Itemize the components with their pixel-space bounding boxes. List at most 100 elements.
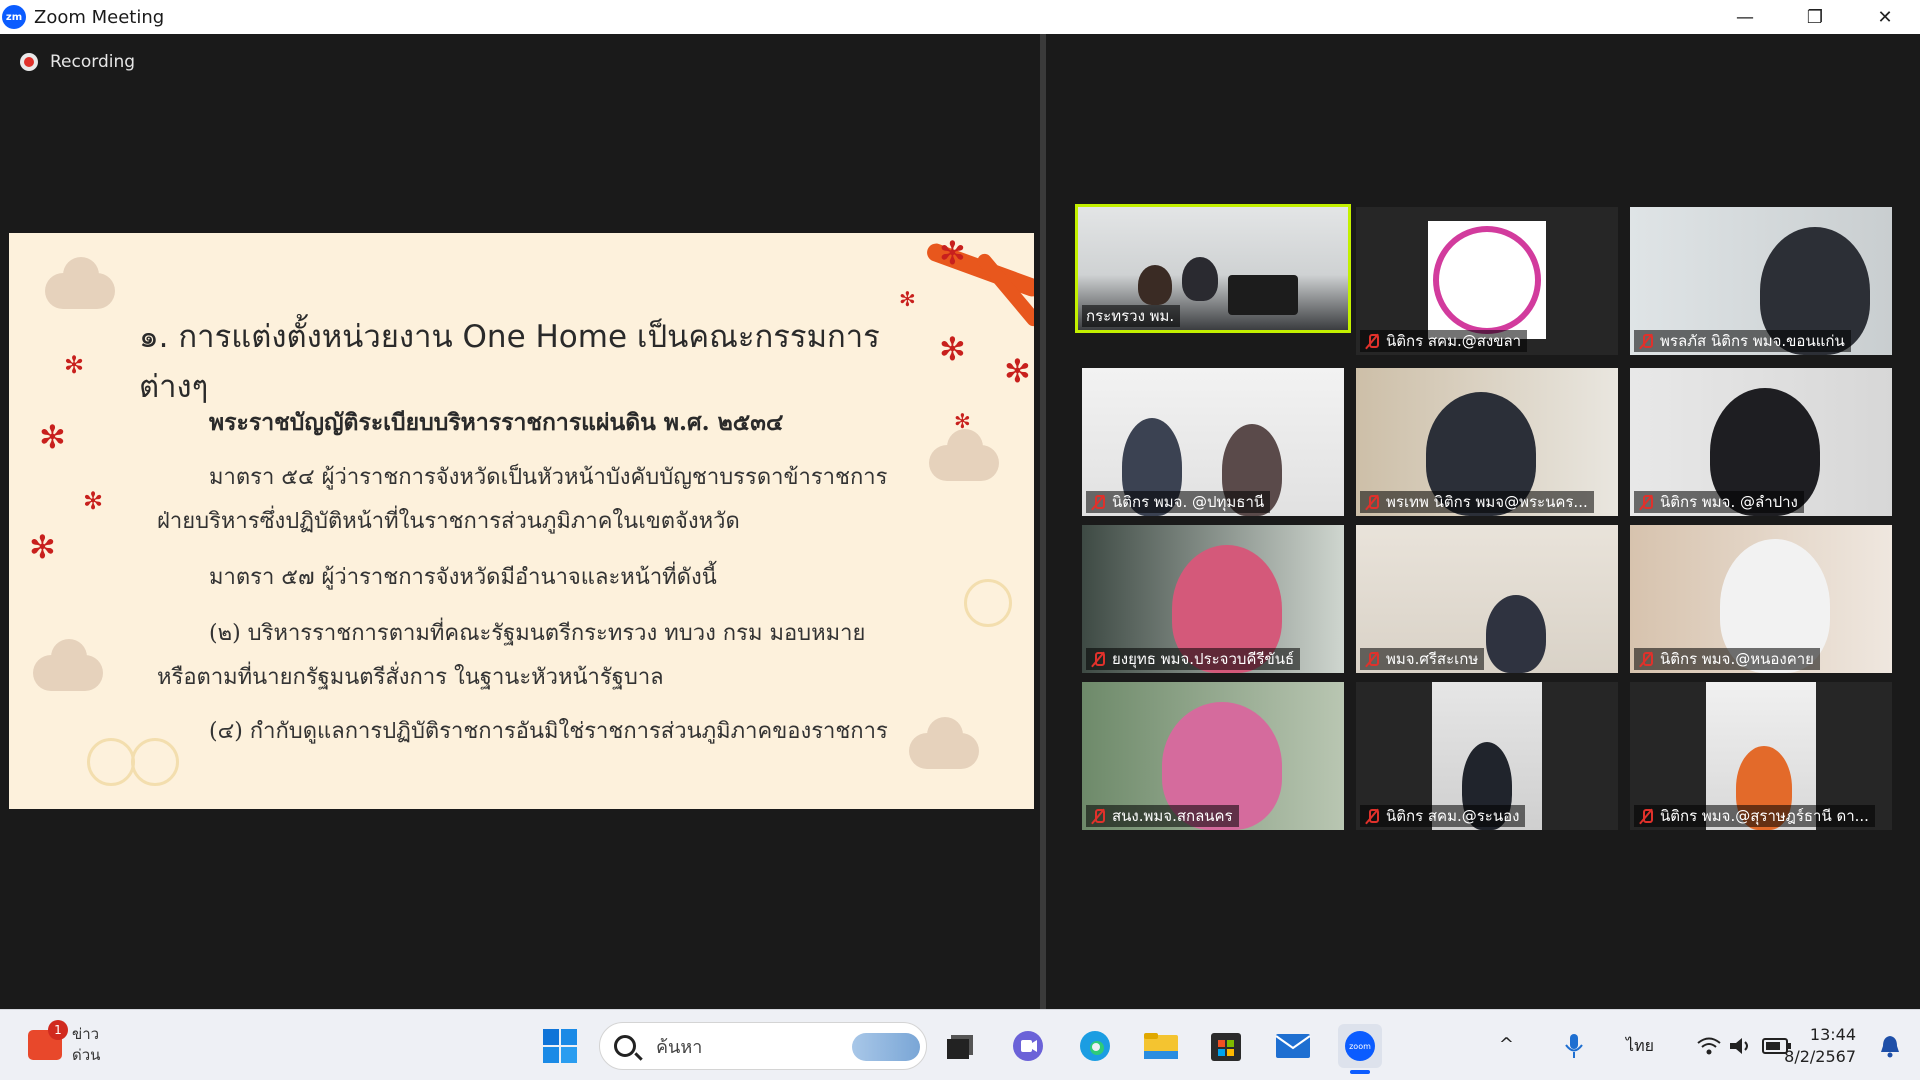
- mic-muted-icon: [1638, 494, 1654, 510]
- window-titlebar: zm Zoom Meeting — ❐ ✕: [0, 0, 1920, 34]
- store-button[interactable]: [1206, 1026, 1246, 1066]
- cloud-decoration: [909, 717, 979, 769]
- zoom-icon: zoom: [1345, 1031, 1375, 1061]
- close-button[interactable]: ✕: [1850, 0, 1920, 34]
- teams-chat-button[interactable]: [1008, 1026, 1048, 1066]
- participant-name: พมจ.ศรีสะเกษ: [1360, 648, 1485, 670]
- mic-muted-icon: [1364, 494, 1380, 510]
- recording-indicator[interactable]: Recording: [20, 52, 135, 72]
- video-tile[interactable]: นิติกร พมจ. @ปทุมธานี: [1082, 368, 1344, 516]
- slide-subtitle: พระราชบัญญัติระเบียบบริหารราชการแผ่นดิน …: [209, 409, 784, 436]
- mic-muted-icon: [1638, 651, 1654, 667]
- windows-start-icon: [543, 1029, 577, 1063]
- edge-browser-button[interactable]: [1075, 1026, 1115, 1066]
- file-explorer-button[interactable]: [1141, 1026, 1181, 1066]
- task-view-icon: [947, 1035, 973, 1059]
- folder-icon: [1144, 1033, 1178, 1059]
- clock-date: 8/2/2567: [1784, 1047, 1856, 1066]
- wifi-icon: [1697, 1037, 1721, 1055]
- active-app-indicator: [1350, 1070, 1370, 1074]
- flower-decoration: ✻: [64, 351, 85, 379]
- zoom-taskbar-button[interactable]: zoom: [1338, 1024, 1382, 1074]
- zoom-app-icon: zm: [2, 5, 26, 29]
- video-tile[interactable]: กระทรวง พม.: [1075, 204, 1351, 333]
- slide-title: ๑. การแต่งตั้งหน่วยงาน One Home เป็นคณะก…: [139, 319, 880, 405]
- slide-text-line: ฝ่ายบริหารซึ่งปฏิบัติหน้าที่ในราชการส่วน…: [157, 509, 740, 534]
- participant-figure: [1138, 265, 1172, 305]
- show-hidden-icons-button[interactable]: ^: [1499, 1034, 1514, 1055]
- mic-muted-icon: [1364, 651, 1380, 667]
- participant-name: นิติกร พมจ.@สุราษฎร์ธานี ดา...: [1634, 805, 1875, 827]
- participant-name: นิติกร สคม.@สงขลา: [1360, 330, 1528, 352]
- flower-decoration: ✻: [29, 528, 56, 566]
- participant-figure: [1486, 595, 1546, 673]
- recording-icon: [20, 53, 38, 71]
- notifications-button[interactable]: [1872, 1026, 1908, 1066]
- participant-name: นิติกร พมจ.@หนองคาย: [1634, 648, 1820, 670]
- volume-control[interactable]: [1726, 1026, 1756, 1066]
- window-title: Zoom Meeting: [34, 6, 165, 28]
- news-widget[interactable]: 1 ข่าว ด่วน: [28, 1020, 100, 1066]
- flower-decoration: ✻: [954, 409, 971, 433]
- mic-muted-icon: [1364, 333, 1380, 349]
- video-tile[interactable]: นิติกร สคม.@สงขลา: [1356, 207, 1618, 355]
- flower-decoration: ✻: [939, 330, 966, 368]
- video-tile[interactable]: นิติกร พมจ.@สุราษฎร์ธานี ดา...: [1630, 682, 1892, 830]
- news-icon: 1: [28, 1020, 68, 1060]
- video-tile[interactable]: นิติกร พมจ. @ลำปาง: [1630, 368, 1892, 516]
- window-controls: — ❐ ✕: [1710, 0, 1920, 34]
- store-icon: [1211, 1033, 1241, 1061]
- mail-icon: [1275, 1034, 1311, 1058]
- mic-muted-icon: [1638, 333, 1654, 349]
- notification-badge: 1: [48, 1020, 68, 1040]
- flower-decoration: ✻: [1004, 352, 1031, 390]
- meeting-area: Recording ✻ ✻ ✻ ✻ ✻ ✻ ✻ ✻ ✻ ๑. การแต่งตั…: [0, 34, 1920, 1009]
- microphone-button[interactable]: [1556, 1026, 1592, 1066]
- mic-muted-icon: [1090, 494, 1106, 510]
- video-tile[interactable]: ยงยุทธ พมจ.ประจวบคีรีขันธ์: [1082, 525, 1344, 673]
- participant-name: กระทรวง พม.: [1082, 305, 1181, 327]
- participant-figure: [1182, 257, 1218, 301]
- video-tile[interactable]: พมจ.ศรีสะเกษ: [1356, 525, 1618, 673]
- cloud-decoration: [929, 429, 999, 481]
- task-view-button[interactable]: [940, 1026, 980, 1066]
- start-button[interactable]: [540, 1026, 580, 1066]
- shared-slide: ✻ ✻ ✻ ✻ ✻ ✻ ✻ ✻ ✻ ๑. การแต่งตั้งหน่วยงาน…: [9, 233, 1034, 809]
- input-language-indicator[interactable]: ไทย: [1626, 1034, 1654, 1059]
- video-tile[interactable]: นิติกร สคม.@ระนอง: [1356, 682, 1618, 830]
- slide-text-line: มาตรา ๕๗ ผู้ว่าราชการจังหวัดมีอำนาจและหน…: [209, 565, 717, 590]
- taskbar-clock[interactable]: 13:44 8/2/2567: [1784, 1024, 1856, 1068]
- participant-name: พรลภัส นิติกร พมจ.ขอนแก่น: [1634, 330, 1851, 352]
- participant-name: สนง.พมจ.สกลนคร: [1086, 805, 1239, 827]
- minimize-button[interactable]: —: [1710, 0, 1780, 34]
- participant-name: ยงยุทธ พมจ.ประจวบคีรีขันธ์: [1086, 648, 1301, 670]
- clock-time: 13:44: [1809, 1025, 1856, 1044]
- flower-decoration: ✻: [899, 287, 916, 311]
- edge-icon: [1080, 1031, 1110, 1061]
- slide-text-line: (๔) กำกับดูแลการปฏิบัติราชการอันมิใช่ราช…: [209, 719, 888, 744]
- screen-share-pane: Recording ✻ ✻ ✻ ✻ ✻ ✻ ✻ ✻ ✻ ๑. การแต่งตั…: [0, 34, 1040, 1009]
- participant-name: พรเทพ นิติกร พมจ@พระนคร...: [1360, 491, 1594, 513]
- video-tile[interactable]: พรลภัส นิติกร พมจ.ขอนแก่น: [1630, 207, 1892, 355]
- gallery-view: กระทรวง พม. นิติกร สคม.@สงขลา พรลภัส นิต…: [1046, 34, 1920, 1009]
- search-placeholder: ค้นหา: [656, 1036, 703, 1058]
- search-icon: [614, 1035, 636, 1057]
- cloud-decoration: [33, 639, 103, 691]
- mail-button[interactable]: [1273, 1026, 1313, 1066]
- wifi-status[interactable]: [1694, 1026, 1724, 1066]
- search-highlight-image: [852, 1033, 920, 1061]
- svg-text:zoom: zoom: [1349, 1042, 1371, 1051]
- participant-name: นิติกร พมจ. @ลำปาง: [1634, 491, 1804, 513]
- slide-text-line: (๒) บริหารราชการตามที่คณะรัฐมนตรีกระทรวง…: [209, 621, 866, 646]
- coin-decoration: [87, 738, 135, 786]
- flower-decoration: ✻: [39, 418, 66, 456]
- slide-text-line: หรือตามที่นายกรัฐมนตรีสั่งการ ในฐานะหัวห…: [157, 665, 664, 690]
- monitor-figure: [1228, 275, 1298, 315]
- microphone-icon: [1565, 1034, 1583, 1058]
- taskbar-search[interactable]: ค้นหา: [599, 1022, 927, 1070]
- mic-muted-icon: [1090, 651, 1106, 667]
- video-tile[interactable]: นิติกร พมจ.@หนองคาย: [1630, 525, 1892, 673]
- restore-button[interactable]: ❐: [1780, 0, 1850, 34]
- video-tile[interactable]: สนง.พมจ.สกลนคร: [1082, 682, 1344, 830]
- video-tile[interactable]: พรเทพ นิติกร พมจ@พระนคร...: [1356, 368, 1618, 516]
